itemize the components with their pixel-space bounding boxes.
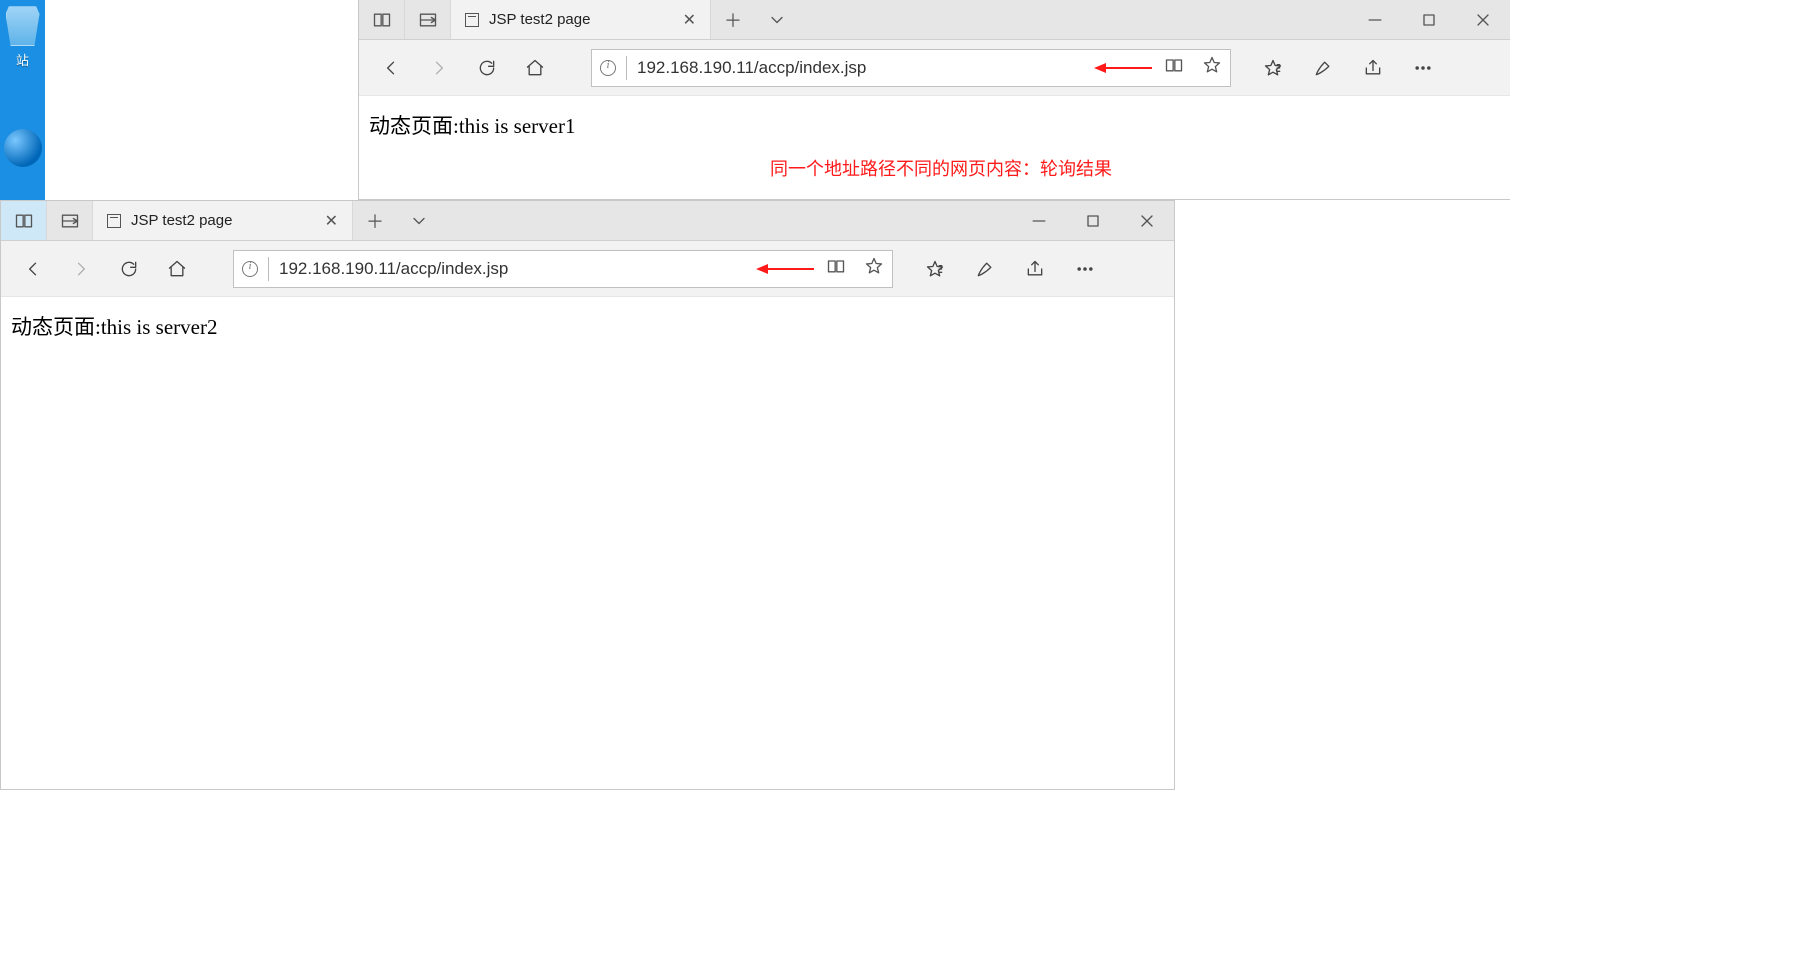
desktop-background: 站: [0, 0, 45, 200]
address-bar-right: [826, 256, 884, 281]
favorites-bar-icon[interactable]: [1249, 46, 1297, 90]
browser-window-2: JSP test2 page ✕ ＋ 192.168.190.11/accp/i…: [0, 200, 1175, 790]
favorite-icon[interactable]: [864, 256, 884, 281]
minimize-button[interactable]: [1012, 201, 1066, 240]
more-icon[interactable]: [1061, 247, 1109, 291]
toolbar-right: [1249, 46, 1447, 90]
window-controls: [1348, 0, 1510, 39]
tab-bar: JSP test2 page ✕ ＋: [1, 201, 1174, 241]
recycle-bin-label: 站: [0, 50, 45, 69]
recycle-bin-icon[interactable]: [6, 6, 40, 46]
page-icon: [107, 214, 121, 228]
page-icon: [465, 13, 479, 27]
share-icon[interactable]: [1349, 46, 1397, 90]
tab-title: JSP test2 page: [131, 212, 232, 229]
annotation-arrow-icon: [1094, 60, 1154, 76]
page-body-text: 动态页面:this is server2: [11, 315, 217, 339]
page-body-text: 动态页面:this is server1: [369, 114, 575, 138]
annotation-text: 同一个地址路径不同的网页内容：轮询结果: [770, 155, 1112, 181]
home-button[interactable]: [155, 247, 199, 291]
refresh-button[interactable]: [107, 247, 151, 291]
tab-menu-button[interactable]: [397, 201, 441, 240]
maximize-button[interactable]: [1402, 0, 1456, 39]
set-aside-tabs-icon[interactable]: [359, 0, 405, 39]
navigation-bar: 192.168.190.11/accp/index.jsp: [359, 40, 1510, 96]
back-button[interactable]: [369, 46, 413, 90]
window-controls: [1012, 201, 1174, 240]
refresh-button[interactable]: [465, 46, 509, 90]
notes-icon[interactable]: [961, 247, 1009, 291]
divider: [626, 56, 627, 80]
show-aside-tabs-icon[interactable]: [47, 201, 93, 240]
page-content: 动态页面:this is server1: [359, 96, 1510, 199]
tab-title: JSP test2 page: [489, 11, 590, 28]
site-info-icon[interactable]: [600, 60, 616, 76]
tab-close-icon[interactable]: ✕: [683, 10, 696, 30]
address-bar-right: [1164, 55, 1222, 80]
address-bar[interactable]: 192.168.190.11/accp/index.jsp: [591, 49, 1231, 87]
forward-button[interactable]: [417, 46, 461, 90]
navigation-bar: 192.168.190.11/accp/index.jsp: [1, 241, 1174, 297]
annotation-arrow-icon: [756, 261, 816, 277]
new-tab-button[interactable]: ＋: [711, 0, 755, 39]
reading-view-icon[interactable]: [1164, 55, 1184, 80]
share-icon[interactable]: [1011, 247, 1059, 291]
favorite-icon[interactable]: [1202, 55, 1222, 80]
site-info-icon[interactable]: [242, 261, 258, 277]
edge-browser-shortcut-icon[interactable]: [4, 129, 42, 167]
minimize-button[interactable]: [1348, 0, 1402, 39]
browser-tab[interactable]: JSP test2 page ✕: [93, 201, 353, 240]
maximize-button[interactable]: [1066, 201, 1120, 240]
tab-menu-button[interactable]: [755, 0, 799, 39]
close-window-button[interactable]: [1120, 201, 1174, 240]
notes-icon[interactable]: [1299, 46, 1347, 90]
url-text: 192.168.190.11/accp/index.jsp: [279, 259, 726, 279]
address-bar[interactable]: 192.168.190.11/accp/index.jsp: [233, 250, 893, 288]
favorites-bar-icon[interactable]: [911, 247, 959, 291]
forward-button[interactable]: [59, 247, 103, 291]
toolbar-right: [911, 247, 1109, 291]
reading-view-icon[interactable]: [826, 256, 846, 281]
divider: [268, 257, 269, 281]
back-button[interactable]: [11, 247, 55, 291]
page-content: 动态页面:this is server2: [1, 297, 1174, 789]
set-aside-tabs-icon[interactable]: [1, 201, 47, 240]
url-text: 192.168.190.11/accp/index.jsp: [637, 58, 1064, 78]
new-tab-button[interactable]: ＋: [353, 201, 397, 240]
show-aside-tabs-icon[interactable]: [405, 0, 451, 39]
tab-bar: JSP test2 page ✕ ＋: [359, 0, 1510, 40]
browser-tab[interactable]: JSP test2 page ✕: [451, 0, 711, 39]
more-icon[interactable]: [1399, 46, 1447, 90]
tab-close-icon[interactable]: ✕: [325, 211, 338, 231]
home-button[interactable]: [513, 46, 557, 90]
close-window-button[interactable]: [1456, 0, 1510, 39]
